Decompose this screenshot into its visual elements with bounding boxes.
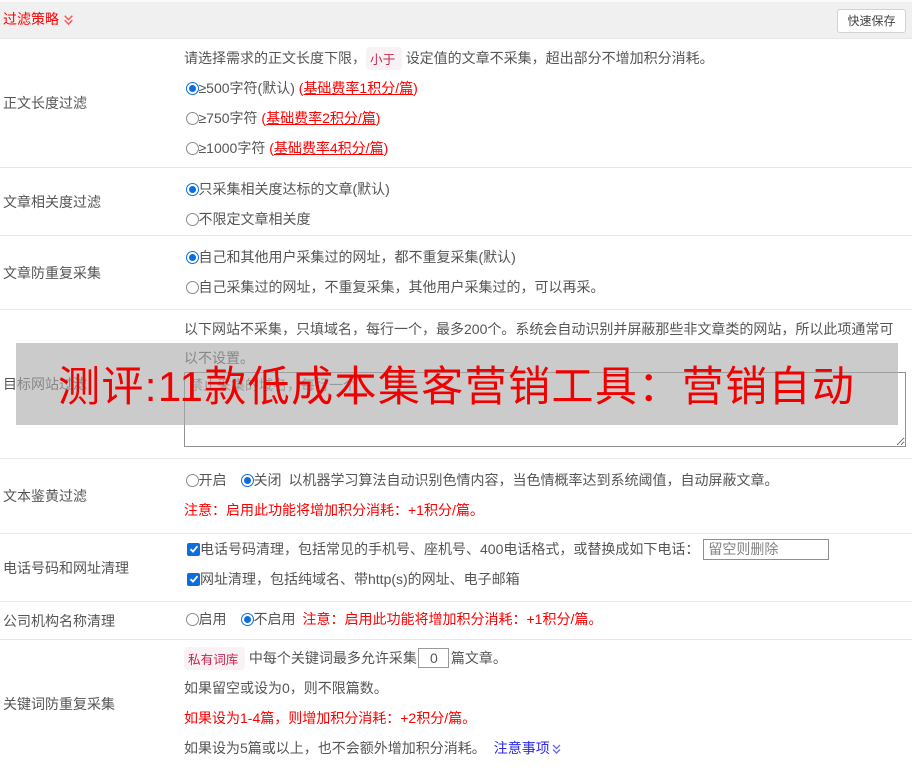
keyword-limit-line: 私有词库 中每个关键词最多允许采集篇文章。 <box>184 643 912 673</box>
fee-note: (基础费率4积分/篇) <box>265 140 389 156</box>
double-chevron-down-icon <box>64 15 73 26</box>
row-label: 电话号码和网址清理 <box>3 559 129 576</box>
row-content: 电话号码清理，包括常见的手机号、座机号、400电话格式，或替换成如下电话： 网址… <box>184 534 912 601</box>
radio-porn-off-selected[interactable] <box>240 473 254 487</box>
porn-filter-description: 以机器学习算法自动识别色情内容，当色情概率达到系统阈值，自动屏蔽文章。 <box>288 472 779 488</box>
radio-company-off-selected[interactable] <box>240 612 254 626</box>
porn-filter-options-line: 开启 关闭 以机器学习算法自动识别色情内容，当色情概率达到系统阈值，自动屏蔽文章… <box>184 465 912 495</box>
double-chevron-down-icon <box>552 744 561 754</box>
length-option-500[interactable]: ≥500字符(默认) (基础费率1积分/篇) <box>184 73 912 103</box>
row-content: 自己和其他用户采集过的网址，都不重复采集(默认) 自己采集过的网址，不重复采集，… <box>184 236 912 309</box>
row-relevance-filter: 文章相关度过滤 只采集相关度达标的文章(默认) 不限定文章相关度 <box>0 168 912 236</box>
checkbox-url-cleanup-checked[interactable] <box>187 572 200 586</box>
row-label: 公司机构名称清理 <box>3 612 115 629</box>
dedupe-option-own[interactable]: 自己采集过的网址，不重复采集，其他用户采集过的，可以再采。 <box>184 272 912 302</box>
row-body-length-filter: 正文长度过滤 请选择需求的正文长度下限， 小于 设定值的文章不采集，超出部分不增加… <box>0 39 912 168</box>
checkbox-phone-cleanup-checked[interactable] <box>187 542 200 556</box>
row-label: 关键词防重复采集 <box>3 696 115 712</box>
replacement-phone-input[interactable] <box>703 538 830 560</box>
row-dedupe-collection: 文章防重复采集 自己和其他用户采集过的网址，都不重复采集(默认) 自己采集过的网… <box>0 236 912 310</box>
row-label: 文本鉴黄过滤 <box>3 488 87 504</box>
porn-filter-note: 注意：启用此功能将增加积分消耗：+1积分/篇。 <box>184 502 484 518</box>
length-option-1000[interactable]: ≥1000字符 (基础费率4积分/篇) <box>184 133 912 163</box>
row-label: 文章相关度过滤 <box>3 193 101 210</box>
fee-note: (基础费率1积分/篇) <box>294 80 418 96</box>
radio-company-on[interactable] <box>185 612 199 626</box>
radio-porn-on[interactable] <box>185 473 199 487</box>
row-label: 正文长度过滤 <box>3 95 87 111</box>
notes-link-label: 注意事项 <box>493 740 550 756</box>
dedupe-option-all[interactable]: 自己和其他用户采集过的网址，都不重复采集(默认) <box>184 242 912 272</box>
length-filter-description: 请选择需求的正文长度下限， 小于 设定值的文章不采集，超出部分不增加积分消耗。 <box>184 43 912 73</box>
row-content: 私有词库 中每个关键词最多允许采集篇文章。 如果留空或设为0，则不限篇数。 如果… <box>184 640 912 768</box>
radio-500-selected[interactable] <box>185 81 199 95</box>
row-label: 文章防重复采集 <box>3 264 101 281</box>
row-company-name-cleanup: 公司机构名称清理 启用 不启用 注意：启用此功能将增加积分消耗：+1积分/篇。 <box>0 602 912 640</box>
private-thesaurus-tag[interactable]: 私有词库 <box>184 646 245 670</box>
length-option-750[interactable]: ≥750字符 (基础费率2积分/篇) <box>184 103 912 133</box>
radio-1000[interactable] <box>185 141 199 155</box>
radio-dedupe-all-selected[interactable] <box>185 250 199 264</box>
relevance-option-any[interactable]: 不限定文章相关度 <box>184 204 912 234</box>
watermark-overlay: 测评:11款低成本集客营销工具：营销自动 <box>16 343 898 425</box>
row-phone-url-cleanup: 电话号码和网址清理 电话号码清理，包括常见的手机号、座机号、400电话格式，或替… <box>0 534 912 602</box>
check-icon <box>189 575 198 583</box>
quick-save-button[interactable]: 快速保存 <box>837 9 906 33</box>
filter-strategy-page: 过滤策略 快速保存 正文长度过滤 请选择需求的正文长度下限， 小于 设定值的文章不… <box>0 0 912 768</box>
sites-description-line1: 以下网站不采集，只填域名，每行一个，最多200个。系统会自动识别并屏蔽那些非文章… <box>184 321 894 337</box>
row-content: 只采集相关度达标的文章(默认) 不限定文章相关度 <box>184 168 912 235</box>
page-title: 过滤策略 <box>3 11 59 27</box>
check-icon <box>189 545 198 553</box>
fee-underlined-text: 基础费率4积分/篇 <box>273 140 384 156</box>
row-keyword-dedupe: 关键词防重复采集 私有词库 中每个关键词最多允许采集篇文章。 如果留空或设为0，… <box>0 640 912 768</box>
relevance-option-strict[interactable]: 只采集相关度达标的文章(默认) <box>184 174 912 204</box>
row-porn-filter: 文本鉴黄过滤 开启 关闭 以机器学习算法自动识别色情内容，当色情概率达到系统阈值… <box>0 459 912 534</box>
keyword-note-line3: 如果设为1-4篇，则增加积分消耗：+2积分/篇。 <box>184 710 477 726</box>
keyword-note-line4-wrap: 如果设为5篇或以上，也不会额外增加积分消耗。 注意事项 <box>184 733 912 763</box>
radio-relevance-any[interactable] <box>185 212 199 226</box>
notes-link[interactable]: 注意事项 <box>494 738 561 758</box>
company-cleanup-options-line: 启用 不启用 注意：启用此功能将增加积分消耗：+1积分/篇。 <box>184 604 912 634</box>
row-content: 启用 不启用 注意：启用此功能将增加积分消耗：+1积分/篇。 <box>184 602 912 639</box>
fee-underlined-text: 基础费率1积分/篇 <box>303 80 414 96</box>
page-header: 过滤策略 快速保存 <box>0 0 912 39</box>
row-content: 开启 关闭 以机器学习算法自动识别色情内容，当色情概率达到系统阈值，自动屏蔽文章… <box>184 459 912 533</box>
radio-relevance-strict-selected[interactable] <box>185 182 199 196</box>
radio-dedupe-own[interactable] <box>185 280 199 294</box>
radio-750[interactable] <box>185 111 199 125</box>
row-content: 请选择需求的正文长度下限， 小于 设定值的文章不采集，超出部分不增加积分消耗。 ≥… <box>184 39 912 167</box>
keyword-note-line2: 如果留空或设为0，则不限篇数。 <box>184 680 388 696</box>
keyword-note-line4: 如果设为5篇或以上，也不会额外增加积分消耗。 <box>184 740 486 756</box>
fee-note: (基础费率2积分/篇) <box>257 110 381 126</box>
url-cleanup-line[interactable]: 网址清理，包括纯域名、带http(s)的网址、电子邮箱 <box>184 564 912 594</box>
less-than-tag: 小于 <box>366 46 402 70</box>
watermark-title: 测评:11款低成本集客营销工具：营销自动 <box>58 363 856 410</box>
keyword-max-count-input[interactable] <box>418 648 450 668</box>
header-title-group[interactable]: 过滤策略 <box>3 0 73 38</box>
company-cleanup-note: 注意：启用此功能将增加积分消耗：+1积分/篇。 <box>302 611 603 627</box>
fee-underlined-text: 基础费率2积分/篇 <box>266 110 376 126</box>
phone-cleanup-line[interactable]: 电话号码清理，包括常见的手机号、座机号、400电话格式，或替换成如下电话： <box>184 534 912 564</box>
